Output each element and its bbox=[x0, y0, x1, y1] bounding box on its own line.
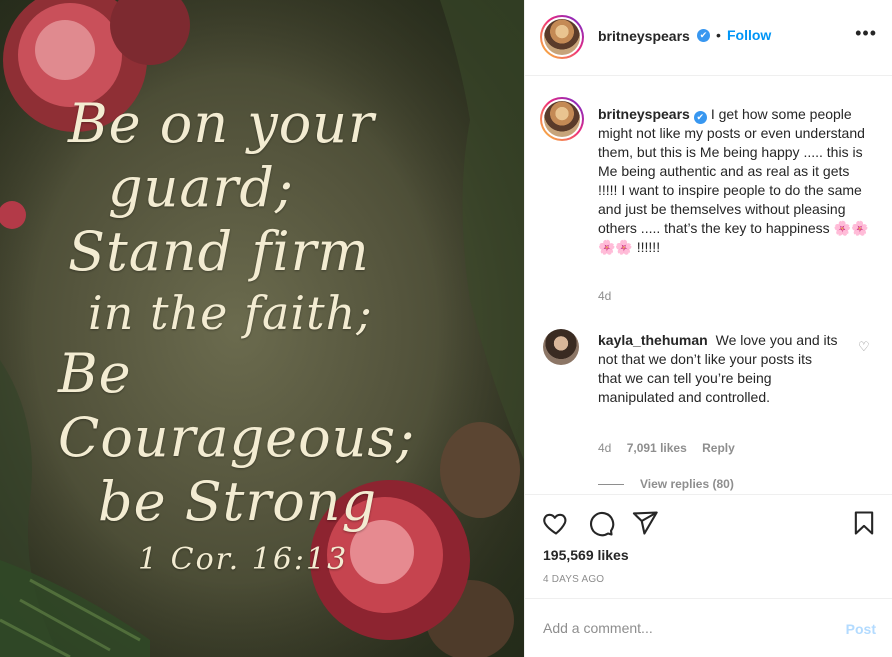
caption-timestamp[interactable]: 4d bbox=[598, 289, 611, 303]
verse-line: Be Courageous; bbox=[58, 342, 416, 469]
verse-reference: 1 Cor. 16:13 bbox=[138, 542, 349, 577]
comment-meta: 4d 7,091 likes Reply bbox=[598, 441, 747, 455]
verified-badge-icon: ✔ bbox=[697, 29, 710, 42]
add-comment-bar: Post bbox=[525, 598, 892, 657]
verified-badge-icon: ✔ bbox=[693, 111, 707, 124]
reply-button[interactable]: Reply bbox=[702, 441, 735, 455]
commenter-avatar[interactable] bbox=[543, 329, 579, 365]
replies-divider-line bbox=[598, 484, 624, 486]
verse-line: Be on your bbox=[68, 92, 375, 155]
caption-body: I get how some people might not like my … bbox=[598, 106, 869, 255]
post-comment-button[interactable]: Post bbox=[846, 621, 876, 637]
separator-dot: • bbox=[716, 27, 721, 43]
more-options-icon[interactable]: ••• bbox=[855, 23, 877, 44]
comment-timestamp[interactable]: 4d bbox=[598, 441, 611, 455]
view-replies-button[interactable]: View replies (80) bbox=[598, 477, 734, 491]
verse-line: be Strong bbox=[98, 470, 378, 533]
verse-line: in the faith; bbox=[88, 286, 373, 340]
like-heart-icon[interactable] bbox=[542, 509, 570, 537]
view-replies-label: View replies (80) bbox=[640, 477, 734, 491]
post-header: britneyspears ✔ • Follow ••• bbox=[525, 0, 892, 76]
post-likes-count[interactable]: 195,569 likes bbox=[543, 547, 629, 563]
caption-author-avatar[interactable] bbox=[540, 97, 584, 141]
comment-like-heart-icon[interactable]: ♡ bbox=[858, 339, 870, 355]
comment-text-block: kayla_thehuman We love you and its not t… bbox=[598, 331, 838, 407]
verse-line: guard; bbox=[108, 156, 295, 219]
follow-button[interactable]: Follow bbox=[727, 27, 771, 43]
save-bookmark-icon[interactable] bbox=[850, 509, 878, 537]
verse-line: Stand firm bbox=[68, 220, 370, 283]
comments-section[interactable]: britneyspears ✔ I get how some people migh… bbox=[525, 77, 892, 493]
share-paper-plane-icon[interactable] bbox=[631, 509, 659, 537]
commenter-username[interactable]: kayla_thehuman bbox=[598, 332, 708, 348]
post-date[interactable]: 4 DAYS AGO bbox=[543, 574, 604, 585]
caption-username[interactable]: britneyspears bbox=[598, 106, 690, 122]
comment-bubble-icon[interactable] bbox=[587, 509, 615, 537]
post-actions: 195,569 likes 4 DAYS AGO bbox=[525, 494, 892, 598]
author-avatar[interactable] bbox=[540, 15, 584, 59]
post-image[interactable]: Be on your guard; Stand firm in the fait… bbox=[0, 0, 524, 657]
caption-text-block: britneyspears ✔ I get how some people migh… bbox=[598, 105, 870, 257]
author-username[interactable]: britneyspears bbox=[598, 28, 690, 44]
post-side-panel: britneyspears ✔ • Follow ••• britneyspea… bbox=[524, 0, 892, 657]
comment-input[interactable] bbox=[543, 618, 823, 638]
comment-likes-count[interactable]: 7,091 likes bbox=[627, 441, 687, 455]
bible-verse-text: Be on your guard; Stand firm in the fait… bbox=[58, 92, 468, 577]
